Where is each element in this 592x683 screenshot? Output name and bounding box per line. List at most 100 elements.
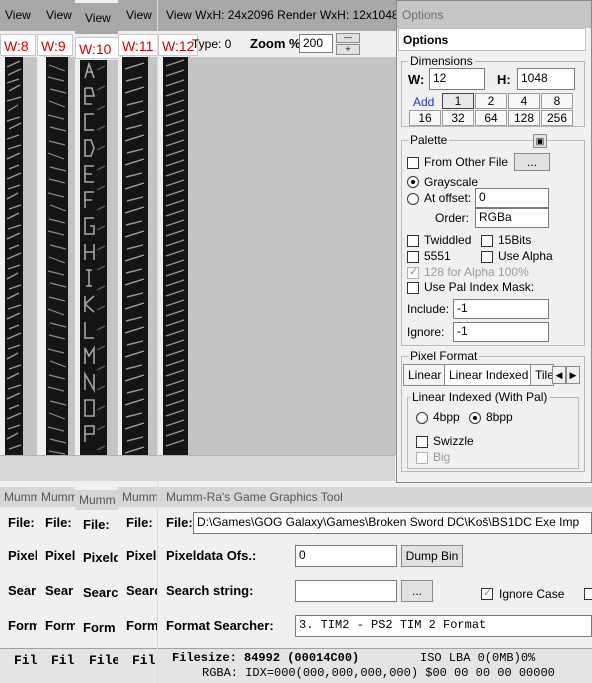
- format-label: Form: [8, 618, 41, 633]
- b5551-checkbox[interactable]: [407, 251, 419, 263]
- grayscale-radio[interactable]: [407, 176, 419, 188]
- search-input[interactable]: [295, 580, 397, 602]
- pixeldata-label: Pixel: [8, 548, 39, 563]
- options-title: Options: [397, 1, 591, 28]
- from-other-file-checkbox[interactable]: [407, 157, 419, 169]
- bpp8-label: 8bpp: [486, 410, 513, 424]
- use-alpha-label: Use Alpha: [498, 249, 553, 263]
- twiddled-checkbox[interactable]: [407, 235, 419, 247]
- dim-button-64[interactable]: 64: [475, 110, 507, 126]
- tab-linear[interactable]: Linear: [403, 364, 447, 386]
- big-checkbox[interactable]: [416, 452, 428, 464]
- format-select[interactable]: 3. TIM2 - PS2 TIM 2 Format: [295, 615, 592, 637]
- file-path-input[interactable]: D:\Games\GOG Galaxy\Games\Broken Sword D…: [193, 512, 592, 534]
- bpp4-radio[interactable]: [416, 412, 428, 424]
- palette-group: Palette ▣ From Other File ... Grayscale …: [401, 133, 585, 346]
- width-label: W:8: [0, 34, 36, 56]
- horizontal-scrollbar[interactable]: [158, 455, 395, 481]
- zoom-out-button[interactable]: —: [336, 33, 360, 43]
- tab-scroll-left-button[interactable]: ◀: [552, 366, 566, 384]
- status-bar: Fil: [118, 648, 160, 683]
- pixeldata-label: Pixeld: [83, 550, 122, 565]
- width-label: W:11: [118, 34, 158, 56]
- dim-button-32[interactable]: 32: [442, 110, 474, 126]
- use-alpha-checkbox[interactable]: [481, 251, 493, 263]
- bits15-label: 15Bits: [498, 233, 532, 247]
- image-strip[interactable]: [46, 57, 68, 455]
- at-offset-radio[interactable]: [407, 193, 419, 205]
- ignore-case-checkbox[interactable]: [481, 586, 493, 600]
- width-input[interactable]: 12: [429, 68, 485, 90]
- add-link[interactable]: Add: [413, 95, 434, 109]
- filesize-label: Fil: [14, 653, 38, 668]
- image-pixel-data: [124, 62, 145, 454]
- pixeldata-offset-input[interactable]: 0: [295, 545, 397, 567]
- tab-tile[interactable]: Tile: [530, 364, 554, 386]
- dim-button-2[interactable]: 2: [475, 93, 507, 109]
- filesize-label: Fil: [51, 653, 75, 668]
- filesize-label: Fil: [132, 653, 156, 668]
- file-label: File:: [8, 515, 35, 530]
- file-label: File:: [166, 515, 193, 530]
- zoom-input[interactable]: 200: [299, 34, 333, 53]
- dim-button-128[interactable]: 128: [508, 110, 540, 126]
- iso-lba-text: ISO LBA 0(0MB)0%: [420, 651, 536, 665]
- big-label: Big: [433, 450, 451, 464]
- ignore-input[interactable]: -1: [453, 322, 549, 342]
- dim-button-1[interactable]: 1: [442, 93, 474, 109]
- ignore-case-label: Ignore Case: [499, 587, 565, 601]
- extra-checkbox[interactable]: [584, 588, 592, 600]
- search-browse-button[interactable]: ...: [401, 580, 433, 602]
- swizzle-checkbox[interactable]: [416, 436, 428, 448]
- image-strip[interactable]: [5, 57, 23, 455]
- alpha128-label: 128 for Alpha 100%: [424, 265, 529, 279]
- dump-bin-button[interactable]: Dump Bin: [401, 545, 463, 567]
- image-strip[interactable]: [163, 57, 188, 455]
- zoom-in-button[interactable]: +: [336, 44, 360, 55]
- tab-linear-indexed[interactable]: Linear Indexed: [444, 364, 534, 386]
- height-input[interactable]: 1048: [517, 68, 575, 90]
- tab-options[interactable]: Options: [398, 28, 586, 51]
- b5551-label: 5551: [424, 249, 451, 263]
- options-panel: Options Options Dimensions W: 12 H: 1048…: [396, 0, 592, 483]
- dim-button-8[interactable]: 8: [541, 93, 573, 109]
- pixeldata-label: Pixelc: [126, 548, 160, 563]
- dim-button-16[interactable]: 16: [409, 110, 441, 126]
- format-label: Format Searcher:: [166, 618, 274, 633]
- palette-save-button[interactable]: ▣: [533, 134, 547, 148]
- search-label: Sear: [8, 583, 37, 598]
- pixel-format-label: Pixel Format: [408, 349, 480, 363]
- use-pal-mask-checkbox[interactable]: [407, 282, 419, 294]
- order-input[interactable]: RGBa: [475, 208, 549, 228]
- image-strip[interactable]: [122, 57, 148, 455]
- alpha128-checkbox[interactable]: [407, 265, 419, 279]
- palette-offset-input[interactable]: 0: [475, 188, 549, 208]
- format-label: Form: [126, 618, 159, 633]
- width-field-label: W:: [408, 72, 425, 87]
- bpp8-radio[interactable]: [469, 412, 481, 424]
- use-pal-mask-label: Use Pal Index Mask:: [424, 280, 535, 294]
- search-label: Sear: [45, 583, 74, 598]
- status-bar: Filesize: 84992 (00014C00) ISO LBA 0(0MB…: [158, 648, 592, 683]
- include-input[interactable]: -1: [453, 299, 549, 319]
- format-label: Form: [45, 618, 78, 633]
- image-pixel-data: [47, 64, 67, 455]
- horizontal-scrollbar[interactable]: [118, 455, 160, 481]
- at-offset-label: At offset:: [424, 191, 472, 205]
- search-label: Search string:: [166, 583, 254, 598]
- app-title: Mumm-Ra's Game Graphics Tool: [158, 487, 592, 507]
- dim-button-4[interactable]: 4: [508, 93, 540, 109]
- bits15-checkbox[interactable]: [481, 235, 493, 247]
- dim-button-256[interactable]: 256: [541, 110, 573, 126]
- linear-indexed-group: Linear Indexed (With Pal) 4bpp 8bpp Swiz…: [407, 390, 579, 469]
- type-label: Type: 0: [192, 37, 232, 51]
- tab-scroll-right-button[interactable]: ▶: [566, 366, 580, 384]
- width-label: W:9: [37, 34, 73, 56]
- palette-browse-button[interactable]: ...: [514, 153, 550, 171]
- image-strip[interactable]: [80, 60, 107, 455]
- filesize-text: Filesize: 84992 (00014C00): [172, 651, 360, 665]
- order-label: Order:: [435, 211, 470, 225]
- ignore-label: Ignore:: [407, 325, 445, 339]
- height-field-label: H:: [497, 72, 511, 87]
- from-other-file-label: From Other File: [424, 155, 509, 169]
